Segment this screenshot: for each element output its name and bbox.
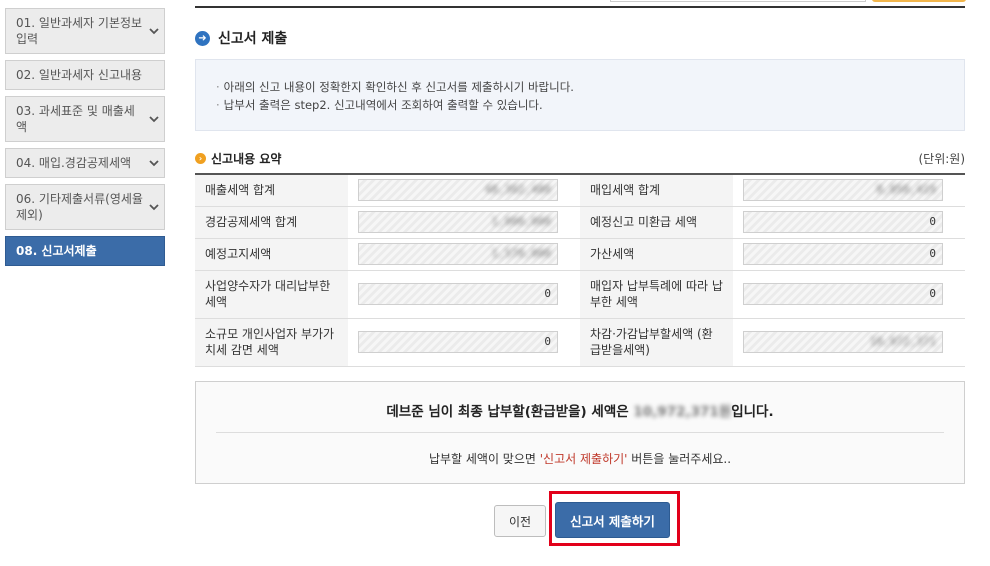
transferee-proxy-tax-field: 0 (358, 283, 558, 305)
taxpayer-name: 데브준 (386, 404, 424, 420)
page-title-row: ➜ 신고서 제출 (195, 28, 287, 48)
field-label: 매입자 납부특례에 따라 납부한 세액 (580, 270, 733, 319)
field-label: 예정신고 미환급 세액 (580, 206, 733, 239)
sidebar-item-report-content[interactable]: 02. 일반과세자 신고내용 (5, 60, 165, 90)
field-label: 매입세액 합계 (580, 174, 733, 207)
top-action-button[interactable] (872, 0, 966, 2)
previous-button[interactable]: 이전 (494, 505, 546, 537)
chevron-down-icon (149, 160, 159, 167)
divider (216, 432, 944, 433)
small-business-reduction-field: 0 (358, 331, 558, 353)
sidebar-item-purchase-deduction[interactable]: 04. 매입.경감공제세액 (5, 148, 165, 178)
unit-label: (단위:원) (918, 152, 965, 166)
purchase-tax-total-field: 8,850,419 (743, 179, 943, 202)
deduction-total-field: 1,000,000 (358, 211, 558, 233)
buyer-special-tax-field: 0 (743, 283, 943, 305)
additional-tax-field: 0 (743, 243, 943, 265)
submit-report-button[interactable]: 신고서 제출하기 (555, 502, 670, 538)
field-label: 예정고지세액 (195, 238, 348, 271)
sidebar-item-tax-base[interactable]: 03. 과세표준 및 매출세액 (5, 96, 165, 142)
chevron-down-icon (149, 28, 159, 35)
arrow-right-circle-icon: ➜ (195, 30, 210, 46)
sidebar-item-label: 08. 신고서제출 (16, 244, 97, 258)
sidebar-item-submit-report[interactable]: 08. 신고서제출 (5, 236, 165, 266)
field-label: 소규모 개인사업자 부가가치세 감면 세액 (195, 318, 348, 367)
net-payable-tax-field: 10,972,371 (743, 331, 943, 353)
chevron-down-icon (149, 204, 159, 211)
table-row: 매출세액 합계 48,302,480 매입세액 합계 8,850,419 (195, 174, 965, 207)
table-row: 경감공제세액 합계 1,000,000 예정신고 미환급 세액 0 (195, 206, 965, 239)
summary-title: › 신고내용 요약 (195, 150, 281, 167)
page-title: 신고서 제출 (218, 31, 288, 47)
sidebar-item-label: 02. 일반과세자 신고내용 (16, 68, 143, 82)
table-row: 예정고지세액 1,570,000 가산세액 0 (195, 238, 965, 271)
field-label: 경감공제세액 합계 (195, 206, 348, 239)
top-divider (195, 6, 965, 8)
sidebar-item-other-documents[interactable]: 06. 기타제출서류(영세율 제외) (5, 184, 165, 230)
chevron-down-icon (149, 116, 159, 123)
preliminary-notice-tax-field: 1,570,000 (358, 243, 558, 265)
field-label: 가산세액 (580, 238, 733, 271)
sidebar-item-label: 01. 일반과세자 기본정보 입력 (16, 16, 143, 46)
sales-tax-total-field: 48,302,480 (358, 179, 558, 202)
final-amount-message: 데브준 님이 최종 납부할(환급받을) 세액은 10,972,371원입니다. (196, 400, 964, 420)
table-row: 사업양수자가 대리납부한 세액 0 매입자 납부특례에 따라 납부한 세액 0 (195, 270, 965, 319)
final-amount: 10,972,371원 (633, 404, 732, 420)
submit-guide-text: 납부할 세액이 맞으면 '신고서 제출하기' 버튼을 눌러주세요.. (428, 452, 732, 466)
chevron-right-circle-icon: › (195, 153, 206, 164)
summary-table: 매출세액 합계 48,302,480 매입세액 합계 8,850,419 경감공… (195, 173, 965, 367)
sidebar-item-label: 04. 매입.경감공제세액 (16, 156, 132, 170)
top-search-input[interactable] (610, 0, 866, 2)
notice-line: · 아래의 신고 내용이 정확한지 확인하신 후 신고서를 제출하시기 바랍니다. (216, 80, 574, 94)
notice-line: · 납부서 출력은 step2. 신고내역에서 조회하여 출력할 수 있습니다. (216, 98, 543, 112)
table-row: 소규모 개인사업자 부가가치세 감면 세액 0 차감·가감납부할세액 (환급받을… (195, 318, 965, 367)
sidebar-item-basic-info[interactable]: 01. 일반과세자 기본정보 입력 (5, 8, 165, 54)
field-label: 매출세액 합계 (195, 174, 348, 207)
sidebar-item-label: 03. 과세표준 및 매출세액 (16, 104, 135, 134)
notice-box: · 아래의 신고 내용이 정확한지 확인하신 후 신고서를 제출하시기 바랍니다.… (195, 59, 965, 131)
field-label: 사업양수자가 대리납부한 세액 (195, 270, 348, 319)
step-sidebar: 01. 일반과세자 기본정보 입력 02. 일반과세자 신고내용 03. 과세표… (5, 8, 165, 272)
unrefunded-tax-field: 0 (743, 211, 943, 233)
final-amount-box: 데브준 님이 최종 납부할(환급받을) 세액은 10,972,371원입니다. … (195, 381, 965, 484)
sidebar-item-label: 06. 기타제출서류(영세율 제외) (16, 192, 143, 222)
summary-header: › 신고내용 요약 (단위:원) (195, 150, 965, 167)
field-label: 차감·가감납부할세액 (환급받을세액) (580, 318, 733, 367)
